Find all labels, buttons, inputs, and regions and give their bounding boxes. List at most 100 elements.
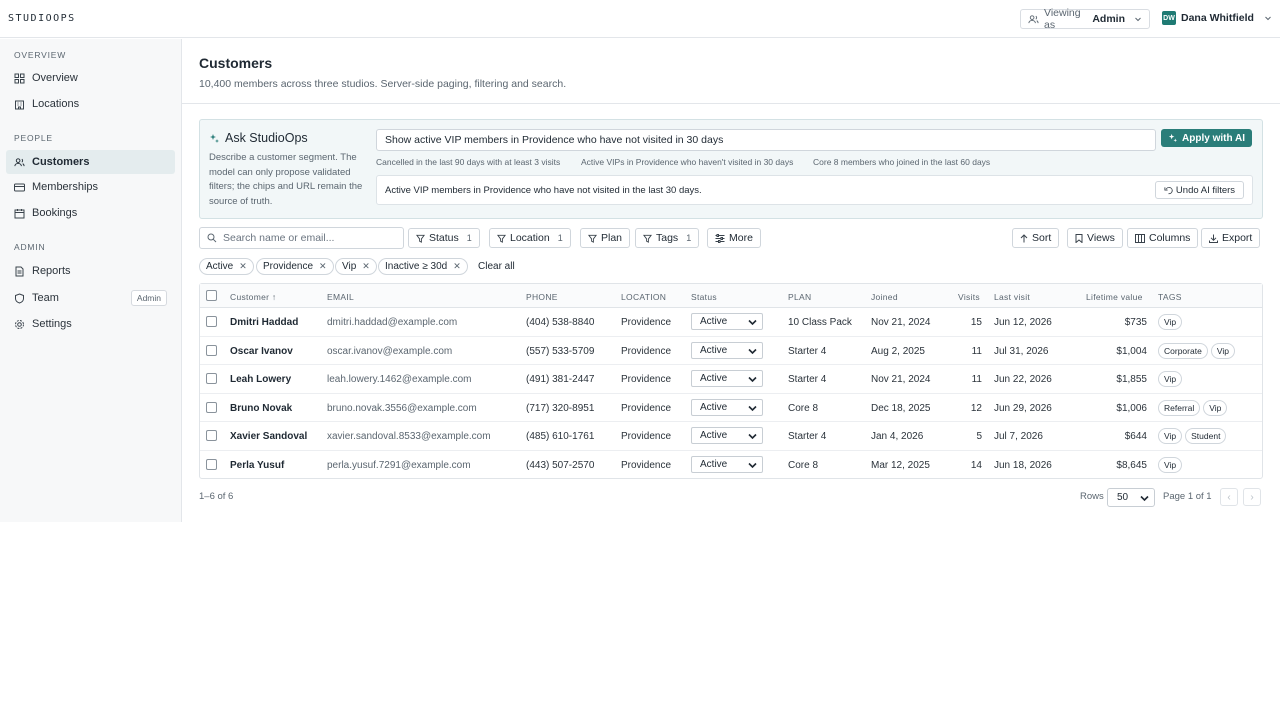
sidebar-item-overview[interactable]: Overview bbox=[6, 66, 175, 90]
sidebar-item-memberships[interactable]: Memberships bbox=[6, 175, 175, 199]
clear-all-link[interactable]: Clear all bbox=[478, 261, 515, 272]
app-logo[interactable]: STUDIOOPS bbox=[8, 13, 76, 24]
sidebar-item-bookings[interactable]: Bookings bbox=[6, 201, 175, 225]
sidebar-item-customers[interactable]: Customers bbox=[6, 150, 175, 174]
table-row[interactable]: Leah Lowery leah.lowery.1462@example.com (… bbox=[200, 365, 1262, 394]
column-header-location[interactable]: LOCATION bbox=[621, 292, 666, 302]
column-header-lifetime-value[interactable]: Lifetime value bbox=[1086, 292, 1143, 302]
columns-button[interactable]: Columns bbox=[1127, 228, 1199, 248]
ai-query-input[interactable] bbox=[376, 129, 1156, 151]
sidebar-item-locations[interactable]: Locations bbox=[6, 92, 175, 116]
customer-last-visit: Jul 31, 2026 bbox=[994, 345, 1049, 357]
column-header-customer[interactable]: Customer ↑ bbox=[230, 292, 276, 302]
sidebar-item-settings[interactable]: Settings bbox=[6, 312, 175, 336]
ai-suggestion[interactable]: Core 8 members who joined in the last 60… bbox=[813, 157, 990, 167]
close-icon[interactable]: ✕ bbox=[239, 261, 247, 272]
search-input[interactable] bbox=[223, 232, 393, 244]
rows-per-page-label: Rows bbox=[1080, 491, 1104, 502]
customer-name[interactable]: Dmitri Haddad bbox=[230, 317, 298, 328]
row-checkbox[interactable] bbox=[206, 316, 217, 327]
sort-button[interactable]: Sort bbox=[1012, 228, 1060, 248]
customer-name[interactable]: Leah Lowery bbox=[230, 374, 291, 385]
table-row[interactable]: Dmitri Haddad dmitri.haddad@example.com (4… bbox=[200, 308, 1262, 337]
status-select[interactable]: Active bbox=[691, 427, 763, 444]
filter-chip[interactable]: Inactive ≥ 30d ✕ bbox=[378, 258, 468, 275]
sidebar-item-label: Overview bbox=[32, 72, 78, 84]
close-icon[interactable]: ✕ bbox=[319, 261, 327, 272]
search-box[interactable] bbox=[199, 227, 404, 249]
filter-more-button[interactable]: More bbox=[707, 228, 761, 248]
customer-email: xavier.sandoval.8533@example.com bbox=[327, 431, 491, 442]
status-select[interactable]: Active bbox=[691, 341, 763, 359]
filter-chip[interactable]: Vip ✕ bbox=[335, 258, 377, 275]
column-header-joined[interactable]: Joined bbox=[871, 292, 898, 302]
download-icon bbox=[1209, 234, 1218, 243]
page-title: Customers bbox=[199, 55, 273, 71]
ai-suggestion[interactable]: Cancelled in the last 90 days with at le… bbox=[376, 157, 560, 167]
viewing-as-selector[interactable]: Viewing as Admin bbox=[1020, 7, 1150, 31]
column-header-tags[interactable]: TAGS bbox=[1158, 292, 1182, 302]
row-checkbox[interactable] bbox=[206, 430, 217, 441]
next-page-button[interactable]: › bbox=[1243, 488, 1261, 506]
status-select[interactable]: Active bbox=[691, 313, 763, 330]
chevron-down-icon bbox=[748, 462, 757, 469]
filter-count: 1 bbox=[466, 233, 472, 243]
column-header-last-visit[interactable]: Last visit bbox=[994, 292, 1030, 302]
table-row[interactable]: Oscar Ivanov oscar.ivanov@example.com (557… bbox=[200, 337, 1262, 365]
column-header-status[interactable]: Status bbox=[691, 292, 717, 302]
close-icon[interactable]: ✕ bbox=[362, 261, 370, 272]
select-all-checkbox[interactable] bbox=[206, 290, 217, 301]
sidebar-item-team[interactable]: Team Admin bbox=[6, 286, 175, 310]
views-label: Views bbox=[1087, 232, 1115, 244]
ai-suggestion[interactable]: Active VIPs in Providence who haven't vi… bbox=[581, 157, 793, 167]
status-select[interactable]: Active bbox=[691, 370, 763, 387]
tag-badge: Corporate bbox=[1158, 342, 1208, 359]
filter-chip[interactable]: Providence ✕ bbox=[256, 258, 334, 275]
bookmark-icon bbox=[1075, 233, 1083, 243]
chevron-left-icon: ‹ bbox=[1227, 491, 1231, 503]
filter-label: Plan bbox=[601, 232, 623, 244]
status-select[interactable]: Active bbox=[691, 398, 763, 416]
filter-tags-button[interactable]: Tags 1 bbox=[635, 228, 700, 248]
customer-joined: Nov 21, 2024 bbox=[871, 317, 931, 328]
export-button[interactable]: Export bbox=[1201, 228, 1261, 248]
filter-plan-button[interactable]: Plan bbox=[580, 228, 631, 248]
row-checkbox[interactable] bbox=[206, 344, 217, 356]
ai-result-box: Active VIP members in Providence who hav… bbox=[376, 175, 1253, 205]
filter-location-button[interactable]: Location 1 bbox=[489, 228, 571, 248]
sidebar-item-reports[interactable]: Reports bbox=[6, 259, 175, 283]
user-menu[interactable]: DW Dana Whitfield bbox=[1162, 11, 1272, 25]
previous-page-button[interactable]: ‹ bbox=[1220, 488, 1238, 506]
customer-name[interactable]: Xavier Sandoval bbox=[230, 431, 307, 442]
tag-badge: Student bbox=[1185, 428, 1227, 444]
filter-status-button[interactable]: Status 1 bbox=[408, 228, 480, 248]
undo-ai-filters-button[interactable]: Undo AI filters bbox=[1155, 181, 1244, 199]
row-checkbox[interactable] bbox=[206, 458, 217, 470]
customer-plan: Core 8 bbox=[788, 402, 819, 414]
row-checkbox[interactable] bbox=[206, 401, 217, 413]
customer-location: Providence bbox=[621, 317, 672, 328]
customer-name[interactable]: Bruno Novak bbox=[230, 403, 292, 414]
shield-icon bbox=[14, 292, 25, 304]
status-select[interactable]: Active bbox=[691, 455, 763, 473]
apply-with-ai-button[interactable]: Apply with AI bbox=[1161, 129, 1252, 147]
column-header-plan[interactable]: PLAN bbox=[788, 292, 811, 302]
table-row[interactable]: Xavier Sandoval xavier.sandoval.8533@exam… bbox=[200, 422, 1262, 451]
row-checkbox[interactable] bbox=[206, 373, 217, 384]
customer-name[interactable]: Perla Yusuf bbox=[230, 460, 284, 471]
sidebar-item-label: Bookings bbox=[32, 207, 78, 219]
customer-name[interactable]: Oscar Ivanov bbox=[230, 346, 293, 357]
rows-per-page-select[interactable]: 50 bbox=[1107, 488, 1155, 507]
table-row[interactable]: Perla Yusuf perla.yusuf.7291@example.com (… bbox=[200, 451, 1262, 480]
customer-last-visit: Jun 29, 2026 bbox=[994, 402, 1052, 414]
customer-visits: 15 bbox=[970, 317, 982, 328]
table-row[interactable]: Bruno Novak bruno.novak.3556@example.com (… bbox=[200, 394, 1262, 422]
filter-chip[interactable]: Active ✕ bbox=[199, 258, 254, 275]
column-header-visits[interactable]: Visits bbox=[958, 292, 980, 302]
column-header-email[interactable]: EMAIL bbox=[327, 292, 354, 302]
views-button[interactable]: Views bbox=[1067, 228, 1123, 248]
customer-plan: 10 Class Pack bbox=[788, 317, 852, 328]
close-icon[interactable]: ✕ bbox=[453, 261, 461, 272]
column-header-phone[interactable]: PHONE bbox=[526, 292, 558, 302]
file-icon bbox=[14, 266, 25, 277]
